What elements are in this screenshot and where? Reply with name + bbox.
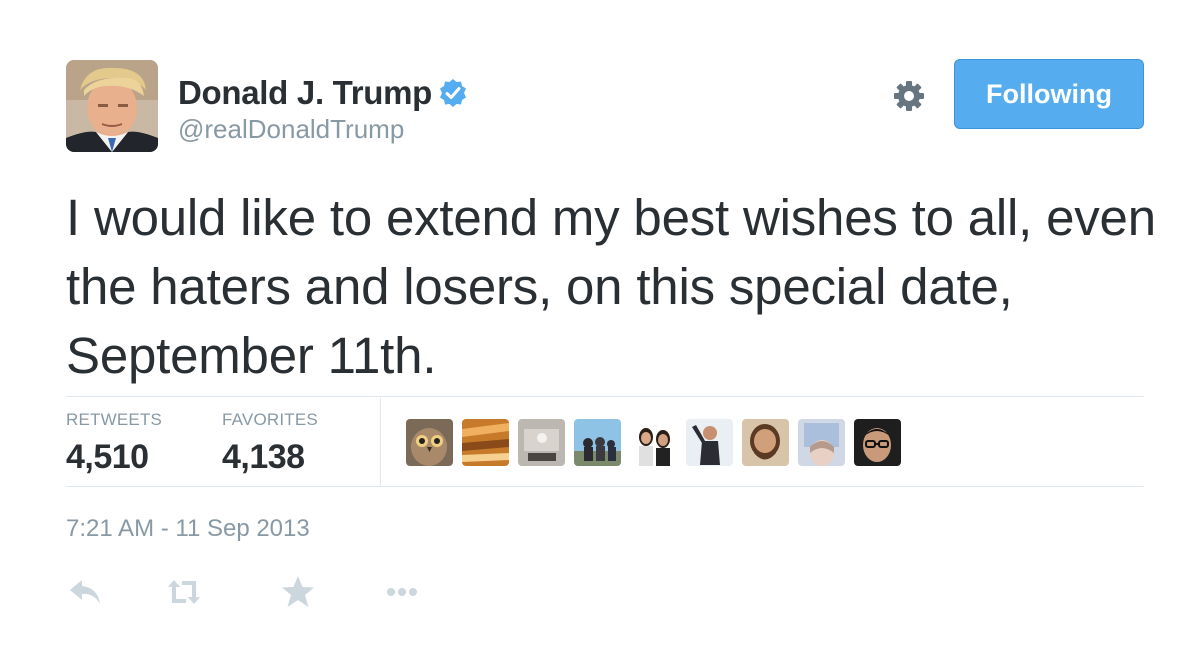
- favorites-count: 4,138: [222, 438, 305, 476]
- retweets-label: RETWEETS: [66, 410, 163, 429]
- avatar[interactable]: [66, 60, 158, 152]
- reply-icon[interactable]: [66, 572, 106, 612]
- verified-badge-icon: [438, 78, 468, 108]
- favoriter-avatar[interactable]: [854, 419, 901, 466]
- display-name[interactable]: Donald J. Trump: [178, 74, 468, 112]
- retweets-count: 4,510: [66, 438, 149, 476]
- divider: [66, 396, 1144, 397]
- favoriter-avatar[interactable]: [574, 419, 621, 466]
- user-handle[interactable]: @realDonaldTrump: [178, 114, 404, 145]
- favoriter-avatar[interactable]: [518, 419, 565, 466]
- retweets-stat[interactable]: RETWEETS 4,510: [66, 410, 162, 477]
- favorites-stat[interactable]: FAVORITES 4,138: [222, 410, 318, 477]
- favoriter-avatar[interactable]: [798, 419, 845, 466]
- favoriter-avatar[interactable]: [630, 419, 677, 466]
- favoriter-avatar[interactable]: [462, 419, 509, 466]
- stats-separator: [380, 398, 381, 486]
- favoriter-avatar[interactable]: [742, 419, 789, 466]
- favoriter-avatar[interactable]: [406, 419, 453, 466]
- divider: [66, 486, 1144, 487]
- gear-icon[interactable]: [891, 78, 927, 114]
- following-button[interactable]: Following: [954, 59, 1144, 129]
- favorite-star-icon[interactable]: [278, 572, 318, 612]
- display-name-text: Donald J. Trump: [178, 74, 433, 111]
- favorites-label: FAVORITES: [222, 410, 318, 429]
- favoriter-avatars: [406, 419, 901, 466]
- tweet-text: I would like to extend my best wishes to…: [66, 189, 1156, 384]
- tweet-card: Donald J. Trump @realDonaldTrump Followi…: [0, 0, 1200, 670]
- tweet-timestamp[interactable]: 7:21 AM - 11 Sep 2013: [66, 515, 310, 543]
- more-dots-icon[interactable]: [382, 572, 422, 612]
- retweet-icon[interactable]: [164, 572, 204, 612]
- favoriter-avatar[interactable]: [686, 419, 733, 466]
